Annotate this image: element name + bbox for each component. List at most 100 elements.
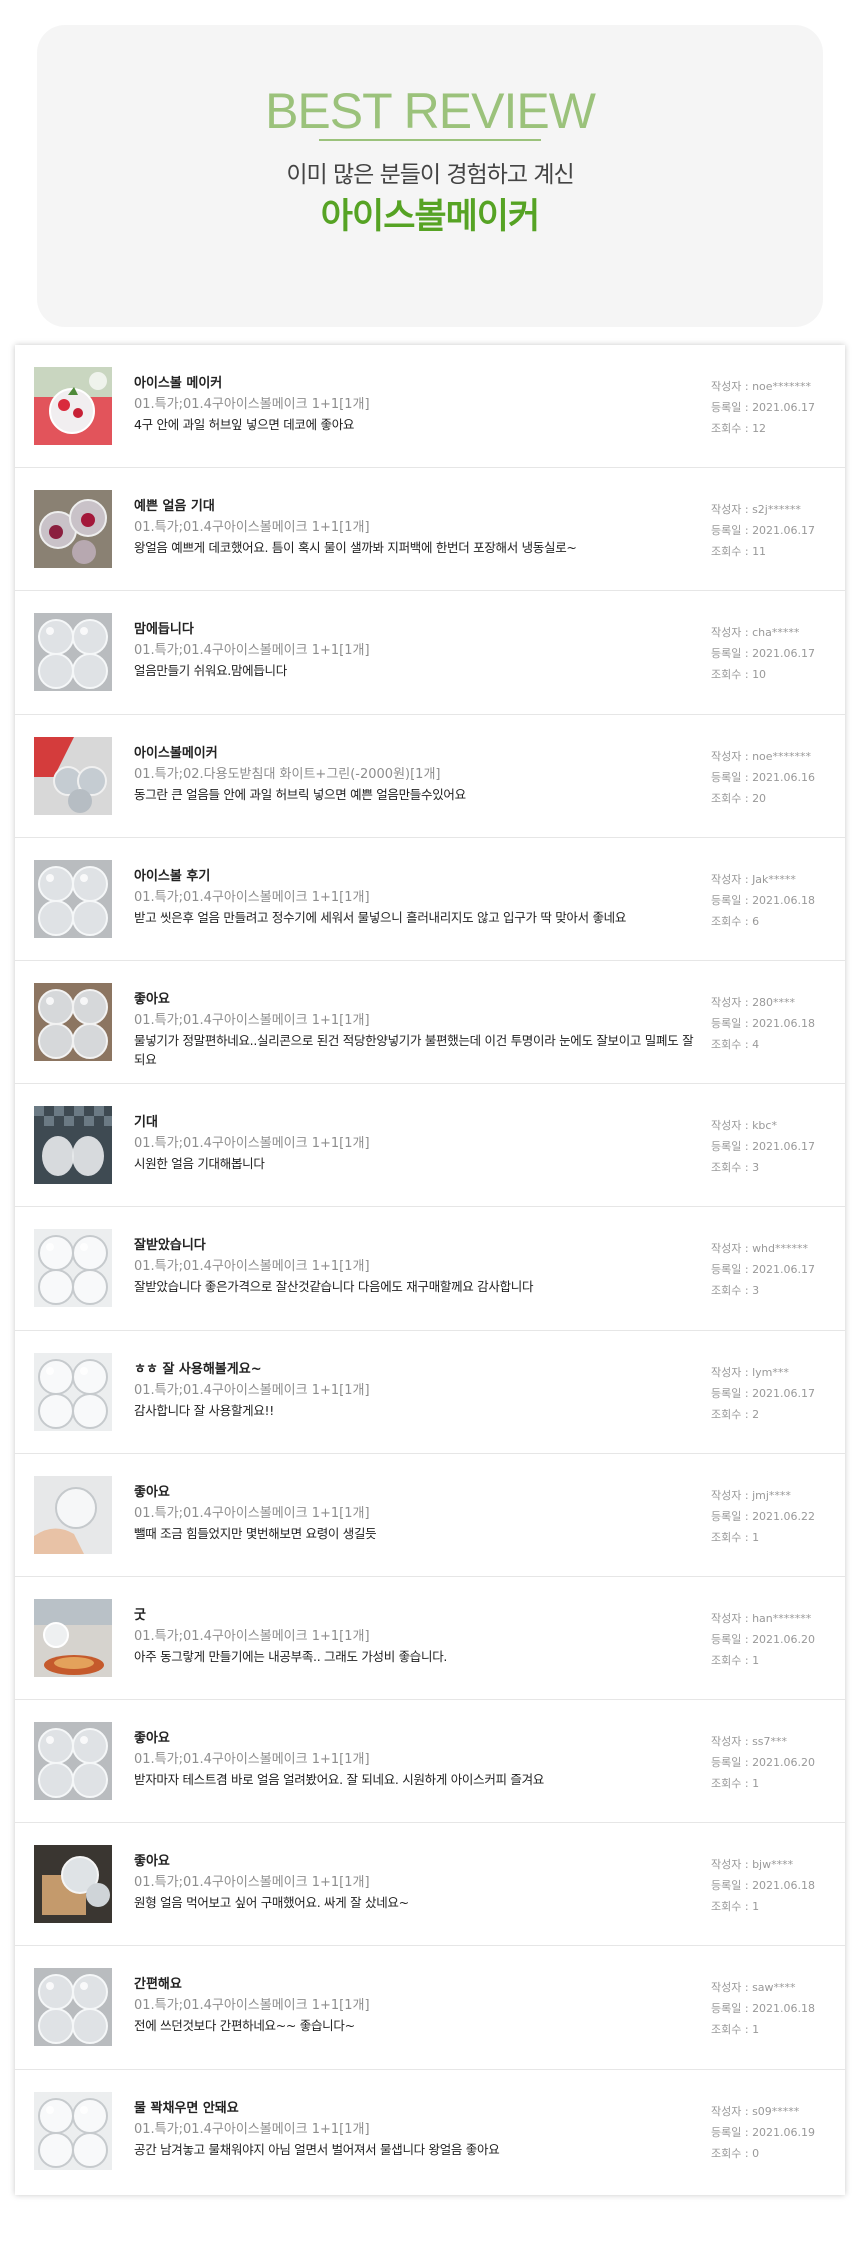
review-item[interactable]: 잘받았습니다 01.특가;01.4구아이스볼메이크 1+1[1개] 잘받았습니다… [15,1207,845,1331]
review-thumbnail[interactable] [34,1475,112,1554]
review-item[interactable]: 좋아요 01.특가;01.4구아이스볼메이크 1+1[1개] 물넣기가 정말편하… [15,961,845,1085]
photo-image [34,859,112,938]
review-title[interactable]: 예쁜 얼음 기대 [134,497,694,517]
review-title[interactable]: 좋아요 [134,1483,694,1503]
review-thumbnail[interactable] [34,367,112,445]
review-info: 좋아요 01.특가;01.4구아이스볼메이크 1+1[1개] 뺄때 조금 힘들었… [134,1483,694,1543]
review-title[interactable]: 아이스볼 후기 [134,867,694,887]
review-writer: 작성자 : noe******* [711,376,836,397]
review-option: 01.특가;01.4구아이스볼메이크 1+1[1개] [134,1259,370,1275]
date-label: 등록일 : [711,401,753,414]
review-item[interactable]: 맘에듭니다 01.특가;01.4구아이스볼메이크 1+1[1개] 얼음만들기 쉬… [15,591,845,715]
review-title[interactable]: 아이스볼 메이커 [134,374,694,394]
review-item[interactable]: 간편해요 01.특가;01.4구아이스볼메이크 1+1[1개] 전에 쓰던것보다… [15,1946,845,2070]
review-thumbnail[interactable] [34,982,112,1061]
review-item[interactable]: 아이스볼메이커 01.특가;02.다용도받침대 화이트+그린(-2000원)[1… [15,715,845,838]
review-list: 아이스볼 메이커 01.특가;01.4구아이스볼메이크 1+1[1개] 4구 안… [15,345,845,2195]
review-writer: 작성자 : cha***** [711,622,836,643]
writer-label: 작성자 : [711,1365,753,1379]
date-label: 등록일 : [711,1632,753,1646]
review-item[interactable]: ㅎㅎ 잘 사용해볼게요~ 01.특가;01.4구아이스볼메이크 1+1[1개] … [15,1331,845,1454]
review-views: 조회수 : 1 [711,1773,836,1794]
review-thumbnail[interactable] [34,1352,112,1431]
review-item[interactable]: 아이스볼 메이커 01.특가;01.4구아이스볼메이크 1+1[1개] 4구 안… [15,345,845,469]
review-title[interactable]: 아이스볼메이커 [134,744,694,764]
date-value: 2021.06.18 [752,1879,816,1893]
review-item[interactable]: 좋아요 01.특가;01.4구아이스볼메이크 1+1[1개] 뺄때 조금 힘들었… [15,1454,845,1577]
writer-value: jmj**** [752,1488,791,1502]
review-item[interactable]: 좋아요 01.특가;01.4구아이스볼메이크 1+1[1개] 받자마자 테스트겸… [15,1700,845,1824]
review-title[interactable]: 기대 [134,1113,694,1133]
review-writer: 작성자 : han******* [711,1608,836,1629]
review-thumbnail[interactable] [34,1845,112,1924]
banner-title: BEST REVIEW [265,83,596,139]
photo-image [34,613,112,692]
writer-value: kbc* [752,1119,777,1133]
writer-value: han******* [752,1611,812,1625]
writer-label: 작성자 : [711,1242,753,1256]
review-thumbnail[interactable] [34,1106,112,1185]
review-thumbnail[interactable] [34,1968,112,2047]
writer-label: 작성자 : [711,1981,753,1995]
review-writer: 작성자 : 280**** [711,992,836,1013]
review-writer: 작성자 : saw**** [711,1977,836,1998]
review-item[interactable]: 아이스볼 후기 01.특가;01.4구아이스볼메이크 1+1[1개] 받고 씻은… [15,838,845,961]
photo-image [34,367,112,445]
review-date: 등록일 : 2021.06.17 [711,397,836,418]
views-label: 조회수 : [711,1161,753,1175]
review-thumbnail[interactable] [34,736,112,815]
views-label: 조회수 : [711,1407,753,1421]
review-title[interactable]: 물 꽉채우면 안돼요 [134,2099,694,2119]
writer-label: 작성자 : [711,2104,753,2118]
review-date: 등록일 : 2021.06.18 [711,890,836,911]
review-title[interactable]: 굿 [134,1606,694,1626]
review-date: 등록일 : 2021.06.18 [711,1998,836,2019]
views-label: 조회수 : [711,1900,753,1914]
date-label: 등록일 : [711,2002,753,2016]
review-item[interactable]: 좋아요 01.특가;01.4구아이스볼메이크 1+1[1개] 원형 얼음 먹어보… [15,1823,845,1947]
writer-value: lym*** [752,1365,789,1379]
review-title[interactable]: 좋아요 [134,1729,694,1749]
writer-label: 작성자 : [711,749,753,763]
review-item[interactable]: 물 꽉채우면 안돼요 01.특가;01.4구아이스볼메이크 1+1[1개] 공간… [15,2070,845,2193]
review-meta: 작성자 : han******* 등록일 : 2021.06.20 조회수 : … [711,1608,836,1671]
review-item[interactable]: 기대 01.특가;01.4구아이스볼메이크 1+1[1개] 시원한 얼음 기대해… [15,1084,845,1208]
review-thumbnail[interactable] [34,1229,112,1308]
writer-label: 작성자 : [711,1119,753,1133]
date-value: 2021.06.17 [752,1140,816,1154]
review-writer: 작성자 : s09***** [711,2101,836,2122]
review-meta: 작성자 : 280**** 등록일 : 2021.06.18 조회수 : 4 [711,992,836,1055]
review-thumbnail[interactable] [34,613,112,692]
review-thumbnail[interactable] [34,859,112,938]
review-meta: 작성자 : s09***** 등록일 : 2021.06.19 조회수 : 0 [711,2101,836,2164]
review-item[interactable]: 굿 01.특가;01.4구아이스볼메이크 1+1[1개] 아주 동그랗게 만들기… [15,1577,845,1701]
review-thumbnail[interactable] [34,490,112,569]
date-value: 2021.06.17 [752,1263,816,1277]
views-label: 조회수 : [711,1653,753,1667]
review-writer: 작성자 : Jak***** [711,869,836,890]
views-label: 조회수 : [711,668,753,682]
review-title[interactable]: 좋아요 [134,1852,694,1872]
review-text: 뺄때 조금 힘들었지만 몇번해보면 요령이 생길듯 [134,1525,377,1541]
review-title[interactable]: 좋아요 [134,990,694,1010]
review-title[interactable]: 잘받았습니다 [134,1236,694,1256]
review-meta: 작성자 : lym*** 등록일 : 2021.06.17 조회수 : 2 [711,1362,836,1425]
review-writer: 작성자 : s2j****** [711,499,836,520]
date-value: 2021.06.20 [752,1632,816,1646]
review-thumbnail[interactable] [34,1722,112,1801]
review-title[interactable]: ㅎㅎ 잘 사용해볼게요~ [134,1360,694,1380]
review-title[interactable]: 맘에듭니다 [134,620,694,640]
review-item[interactable]: 예쁜 얼음 기대 01.특가;01.4구아이스볼메이크 1+1[1개] 왕얼음 … [15,468,845,592]
review-date: 등록일 : 2021.06.20 [711,1752,836,1773]
review-views: 조회수 : 1 [711,1527,836,1548]
review-views: 조회수 : 20 [711,788,836,809]
review-option: 01.특가;01.4구아이스볼메이크 1+1[1개] [134,520,370,536]
review-title[interactable]: 간편해요 [134,1975,694,1995]
date-label: 등록일 : [711,1386,753,1400]
review-thumbnail[interactable] [34,1598,112,1677]
date-label: 등록일 : [711,524,753,538]
review-thumbnail[interactable] [34,2091,112,2170]
review-text: 원형 얼음 먹어보고 싶어 구매했어요. 싸게 잘 샀네요~ [134,1895,409,1911]
review-info: 좋아요 01.특가;01.4구아이스볼메이크 1+1[1개] 원형 얼음 먹어보… [134,1852,694,1912]
views-label: 조회수 : [711,791,753,805]
